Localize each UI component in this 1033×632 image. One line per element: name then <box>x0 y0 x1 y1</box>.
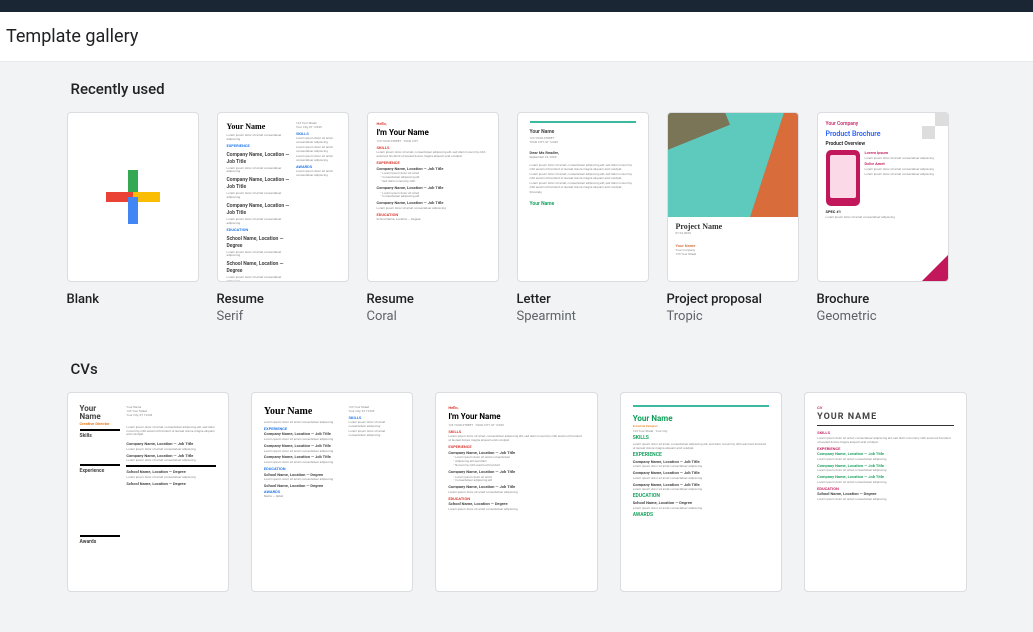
page-header: Template gallery <box>0 12 1033 62</box>
section-recently-used: Recently used Blank <box>67 80 967 592</box>
template-card-brochure[interactable]: Your Company Product Brochure Product Ov… <box>817 112 949 324</box>
template-card-cv-spearmint[interactable]: Your Name Industrial Designer 123 Your S… <box>620 392 782 592</box>
recent-templates-row: Blank Your Name Lorem ipsum dolor sit am… <box>67 112 967 324</box>
template-card-resume-coral[interactable]: Hello, I'm Your Name 123 YOUR STREET · Y… <box>367 112 499 324</box>
template-thumb: Hello, I'm Your Name 123 YOUR STREET · Y… <box>435 392 597 592</box>
cv-templates-row: YourName Creative Director Skills Experi… <box>67 392 967 592</box>
template-title: Project proposal <box>667 292 799 307</box>
template-subtitle: Serif <box>217 309 349 324</box>
template-card-blank[interactable]: Blank <box>67 112 199 324</box>
template-card-resume-serif[interactable]: Your Name Lorem ipsum dolor sit amet con… <box>217 112 349 324</box>
template-title: Brochure <box>817 292 949 307</box>
main-content: Recently used Blank <box>0 62 1033 632</box>
section-title-recent: Recently used <box>71 80 967 98</box>
template-subtitle: Spearmint <box>517 309 649 324</box>
template-card-cv-serif[interactable]: Your Name Lorem ipsum dolor sit amet con… <box>251 392 413 592</box>
template-card-project-proposal[interactable]: Project Name 07.04.20XX Your Name Your C… <box>667 112 799 324</box>
template-card-cv-swiss[interactable]: YourName Creative Director Skills Experi… <box>67 392 229 592</box>
template-card-cv-coral[interactable]: Hello, I'm Your Name 123 YOUR STREET · Y… <box>435 392 597 592</box>
template-card-letter-spearmint[interactable]: Your Name 123 YOUR STREETYOUR CITY, ST 1… <box>517 112 649 324</box>
section-title-cvs: CVs <box>71 360 967 378</box>
template-subtitle: Geometric <box>817 309 949 324</box>
template-title: Resume <box>367 292 499 307</box>
template-thumb: CV YOUR NAME SKILLS Lorem ipsum dolor si… <box>804 392 966 592</box>
template-card-cv-modern[interactable]: CV YOUR NAME SKILLS Lorem ipsum dolor si… <box>804 392 966 592</box>
template-thumb: Your Name Industrial Designer 123 Your S… <box>620 392 782 592</box>
template-thumb: Hello, I'm Your Name 123 YOUR STREET · Y… <box>367 112 499 282</box>
template-thumb: Your Name Lorem ipsum dolor sit amet con… <box>251 392 413 592</box>
template-thumb: Project Name 07.04.20XX Your Name Your C… <box>667 112 799 282</box>
template-title: Letter <box>517 292 649 307</box>
template-title: Blank <box>67 292 199 307</box>
plus-icon <box>106 170 160 224</box>
template-thumb-blank <box>67 112 199 282</box>
template-subtitle: Tropic <box>667 309 799 324</box>
template-thumb: YourName Creative Director Skills Experi… <box>67 392 229 592</box>
template-thumb: Your Name 123 YOUR STREETYOUR CITY, ST 1… <box>517 112 649 282</box>
template-title: Resume <box>217 292 349 307</box>
template-thumb: Your Company Product Brochure Product Ov… <box>817 112 949 282</box>
app-top-bar <box>0 0 1033 12</box>
page-title: Template gallery <box>6 26 1027 47</box>
template-subtitle: Coral <box>367 309 499 324</box>
template-thumb: Your Name Lorem ipsum dolor sit amet con… <box>217 112 349 282</box>
